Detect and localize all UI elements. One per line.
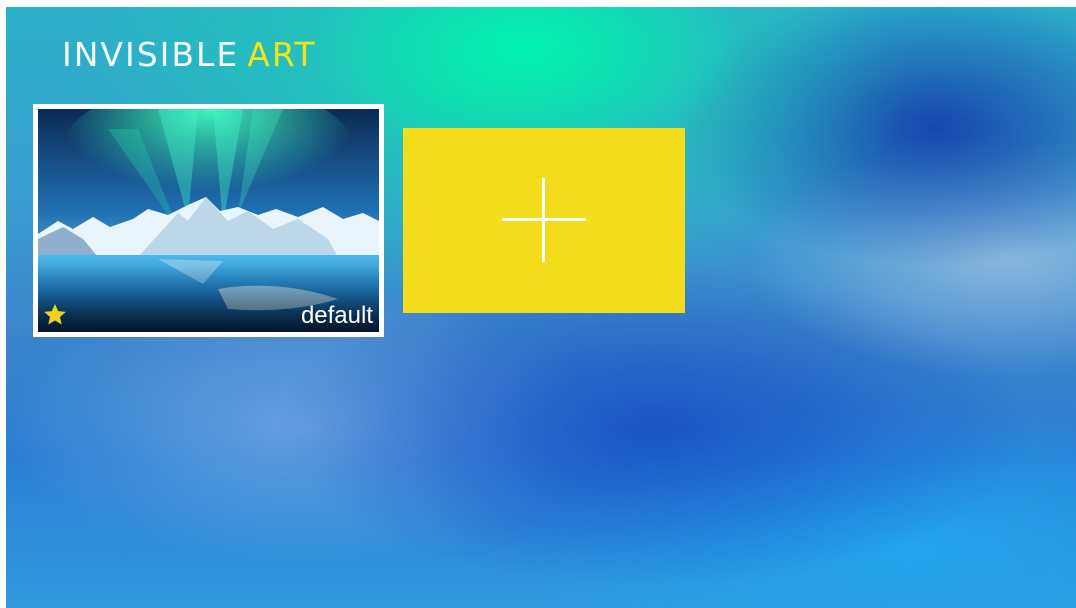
app-logo: INVISIBLE ART bbox=[62, 35, 317, 74]
aurora-landscape-image bbox=[38, 109, 379, 332]
logo-primary: INVISIBLE bbox=[62, 35, 240, 74]
wallpaper-label: default bbox=[300, 302, 373, 329]
logo-accent: ART bbox=[247, 35, 317, 74]
star-icon bbox=[44, 303, 66, 325]
wallpaper-thumbnail: default bbox=[38, 109, 379, 332]
plus-icon bbox=[502, 178, 586, 262]
add-wallpaper-button[interactable] bbox=[403, 128, 685, 313]
wallpaper-tile-default[interactable]: default bbox=[33, 104, 384, 337]
app-screen: INVISIBLE ART default bbox=[6, 7, 1076, 608]
